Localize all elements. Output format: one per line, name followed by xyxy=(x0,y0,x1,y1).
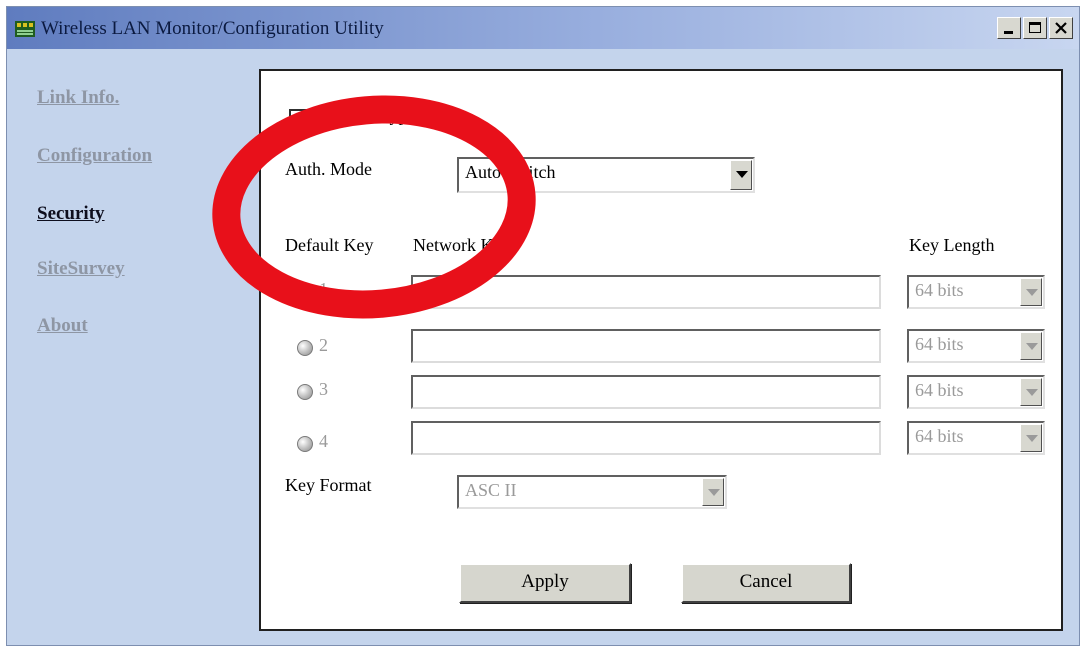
key-index-label: 2 xyxy=(319,335,328,355)
minimize-icon xyxy=(1004,31,1013,34)
network-card-icon xyxy=(15,21,35,37)
sidebar-item-security[interactable]: Security xyxy=(37,203,105,225)
auth-mode-label: Auth. Mode xyxy=(285,159,372,179)
key-length-select-3[interactable]: 64 bits xyxy=(907,375,1045,409)
close-icon xyxy=(1055,22,1067,34)
window-title: Wireless LAN Monitor/Configuration Utili… xyxy=(41,18,384,39)
chevron-down-icon[interactable] xyxy=(1020,424,1042,452)
key-format-select[interactable]: ASC II xyxy=(457,475,727,509)
key-length-value: 64 bits xyxy=(915,380,964,400)
minimize-button[interactable] xyxy=(997,17,1021,39)
network-key-input-4[interactable] xyxy=(411,421,881,455)
key-index-label: 4 xyxy=(319,431,328,451)
security-panel: Data Encryption Auth. Mode Auto Switch D… xyxy=(259,69,1063,631)
maximize-icon xyxy=(1029,22,1041,33)
auth-mode-select[interactable]: Auto Switch xyxy=(457,157,755,193)
chevron-down-icon[interactable] xyxy=(730,160,752,190)
default-key-header: Default Key xyxy=(285,235,374,255)
key-length-select-1[interactable]: 64 bits xyxy=(907,275,1045,309)
default-key-radio-2[interactable] xyxy=(297,340,313,356)
close-button[interactable] xyxy=(1049,17,1073,39)
sidebar-item-sitesurvey[interactable]: SiteSurvey xyxy=(37,258,125,280)
auth-mode-value: Auto Switch xyxy=(465,162,556,182)
default-key-radio-1[interactable] xyxy=(297,284,313,300)
key-length-value: 64 bits xyxy=(915,280,964,300)
default-key-radio-4[interactable] xyxy=(297,436,313,452)
sidebar-item-link-info[interactable]: Link Info. xyxy=(37,87,119,109)
apply-button[interactable]: Apply xyxy=(459,563,631,603)
key-length-value: 64 bits xyxy=(915,334,964,354)
key-length-select-2[interactable]: 64 bits xyxy=(907,329,1045,363)
key-format-value: ASC II xyxy=(465,480,517,500)
network-key-header: Network Key xyxy=(413,235,511,255)
chevron-down-icon[interactable] xyxy=(1020,378,1042,406)
data-encryption-checkbox[interactable] xyxy=(289,109,307,127)
key-length-header: Key Length xyxy=(909,235,995,255)
sidebar-item-about[interactable]: About xyxy=(37,315,88,337)
cancel-button[interactable]: Cancel xyxy=(681,563,851,603)
title-bar[interactable]: Wireless LAN Monitor/Configuration Utili… xyxy=(7,7,1079,49)
sidebar-item-configuration[interactable]: Configuration xyxy=(37,145,152,167)
chevron-down-icon[interactable] xyxy=(1020,332,1042,360)
data-encryption-label: Data Encryption xyxy=(317,105,436,125)
key-length-select-4[interactable]: 64 bits xyxy=(907,421,1045,455)
app-window: Wireless LAN Monitor/Configuration Utili… xyxy=(6,6,1080,646)
network-key-input-2[interactable] xyxy=(411,329,881,363)
network-key-input-3[interactable] xyxy=(411,375,881,409)
key-format-label: Key Format xyxy=(285,475,372,495)
network-key-input-1[interactable] xyxy=(411,275,881,309)
chevron-down-icon[interactable] xyxy=(1020,278,1042,306)
key-length-value: 64 bits xyxy=(915,426,964,446)
default-key-radio-3[interactable] xyxy=(297,384,313,400)
maximize-button[interactable] xyxy=(1023,17,1047,39)
key-index-label: 1 xyxy=(319,279,328,299)
chevron-down-icon[interactable] xyxy=(702,478,724,506)
key-index-label: 3 xyxy=(319,379,328,399)
